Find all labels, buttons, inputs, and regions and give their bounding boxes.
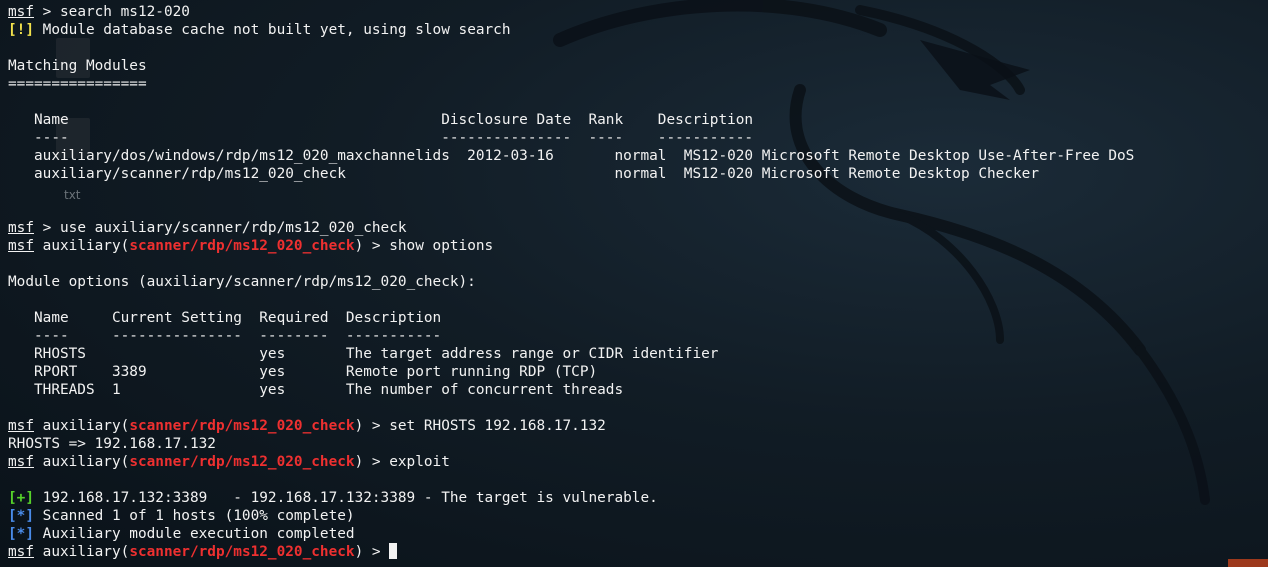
matching-modules-title: Matching Modules <box>8 58 147 74</box>
success-tag: [+] <box>8 490 34 506</box>
terminal-line: msf auxiliary(scanner/rdp/ms12_020_check… <box>8 543 1134 561</box>
info-text: Scanned 1 of 1 hosts (100% complete) <box>34 508 355 524</box>
command-text: ) > exploit <box>354 454 450 470</box>
terminal-output[interactable]: msf > search ms12-020 [!] Module databas… <box>8 3 1134 561</box>
options-table-row: THREADS 1 yes The number of concurrent t… <box>8 382 624 398</box>
terminal-line: msf > search ms12-020 <box>8 3 1134 21</box>
terminal-line: [*] Scanned 1 of 1 hosts (100% complete) <box>8 507 1134 525</box>
terminal-line: [*] Auxiliary module execution completed <box>8 525 1134 543</box>
search-table-divider: ---- --------------- ---- ----------- <box>8 130 754 146</box>
module-options-title: Module options (auxiliary/scanner/rdp/ms… <box>8 274 476 290</box>
options-table-divider: ---- --------------- -------- ----------… <box>8 328 442 344</box>
warning-tag: [!] <box>8 22 34 38</box>
msf-prompt: msf <box>8 220 34 236</box>
command-text: ) > <box>354 544 390 560</box>
terminal-line: msf auxiliary(scanner/rdp/ms12_020_check… <box>8 238 494 254</box>
terminal-line: [+] 192.168.17.132:3389 - 192.168.17.132… <box>8 489 1134 507</box>
options-table-header: Name Current Setting Required Descriptio… <box>8 310 442 326</box>
search-table-row: auxiliary/dos/windows/rdp/ms12_020_maxch… <box>8 148 1135 164</box>
command-text: ) > show options <box>354 238 494 254</box>
set-result: RHOSTS => 192.168.17.132 <box>8 436 216 452</box>
msf-prompt: msf <box>8 544 34 560</box>
module-path: scanner/rdp/ms12_020_check <box>129 418 355 434</box>
msf-prompt: msf <box>8 418 34 434</box>
search-table-row: auxiliary/scanner/rdp/ms12_020_check nor… <box>8 166 1040 182</box>
corner-accent <box>1228 559 1268 567</box>
text-cursor[interactable] <box>389 543 398 559</box>
warning-text: Module database cache not built yet, usi… <box>34 22 511 38</box>
options-table-row: RHOSTS yes The target address range or C… <box>8 346 719 362</box>
terminal-line: msf auxiliary(scanner/rdp/ms12_020_check… <box>8 454 450 470</box>
terminal-line: msf > use auxiliary/scanner/rdp/ms12_020… <box>8 219 1134 237</box>
info-tag: [*] <box>8 508 34 524</box>
terminal-line: [!] Module database cache not built yet,… <box>8 21 1134 39</box>
command-text: > use auxiliary/scanner/rdp/ms12_020_che… <box>34 220 407 236</box>
module-path: scanner/rdp/ms12_020_check <box>129 544 355 560</box>
info-text: Auxiliary module execution completed <box>34 526 355 542</box>
msf-prompt: msf <box>8 454 34 470</box>
success-text: 192.168.17.132:3389 - 192.168.17.132:338… <box>34 490 658 506</box>
command-text: > search ms12-020 <box>34 4 190 20</box>
msf-prompt: msf <box>8 4 34 20</box>
module-path: scanner/rdp/ms12_020_check <box>129 238 355 254</box>
search-table-header: Name Disclosure Date Rank Description <box>8 112 754 128</box>
command-text: ) > set RHOSTS 192.168.17.132 <box>354 418 606 434</box>
matching-modules-underline: ================ <box>8 76 147 92</box>
terminal-line: msf auxiliary(scanner/rdp/ms12_020_check… <box>8 418 606 434</box>
options-table-row: RPORT 3389 yes Remote port running RDP (… <box>8 364 598 380</box>
msf-prompt: msf <box>8 238 34 254</box>
info-tag: [*] <box>8 526 34 542</box>
module-path: scanner/rdp/ms12_020_check <box>129 454 355 470</box>
